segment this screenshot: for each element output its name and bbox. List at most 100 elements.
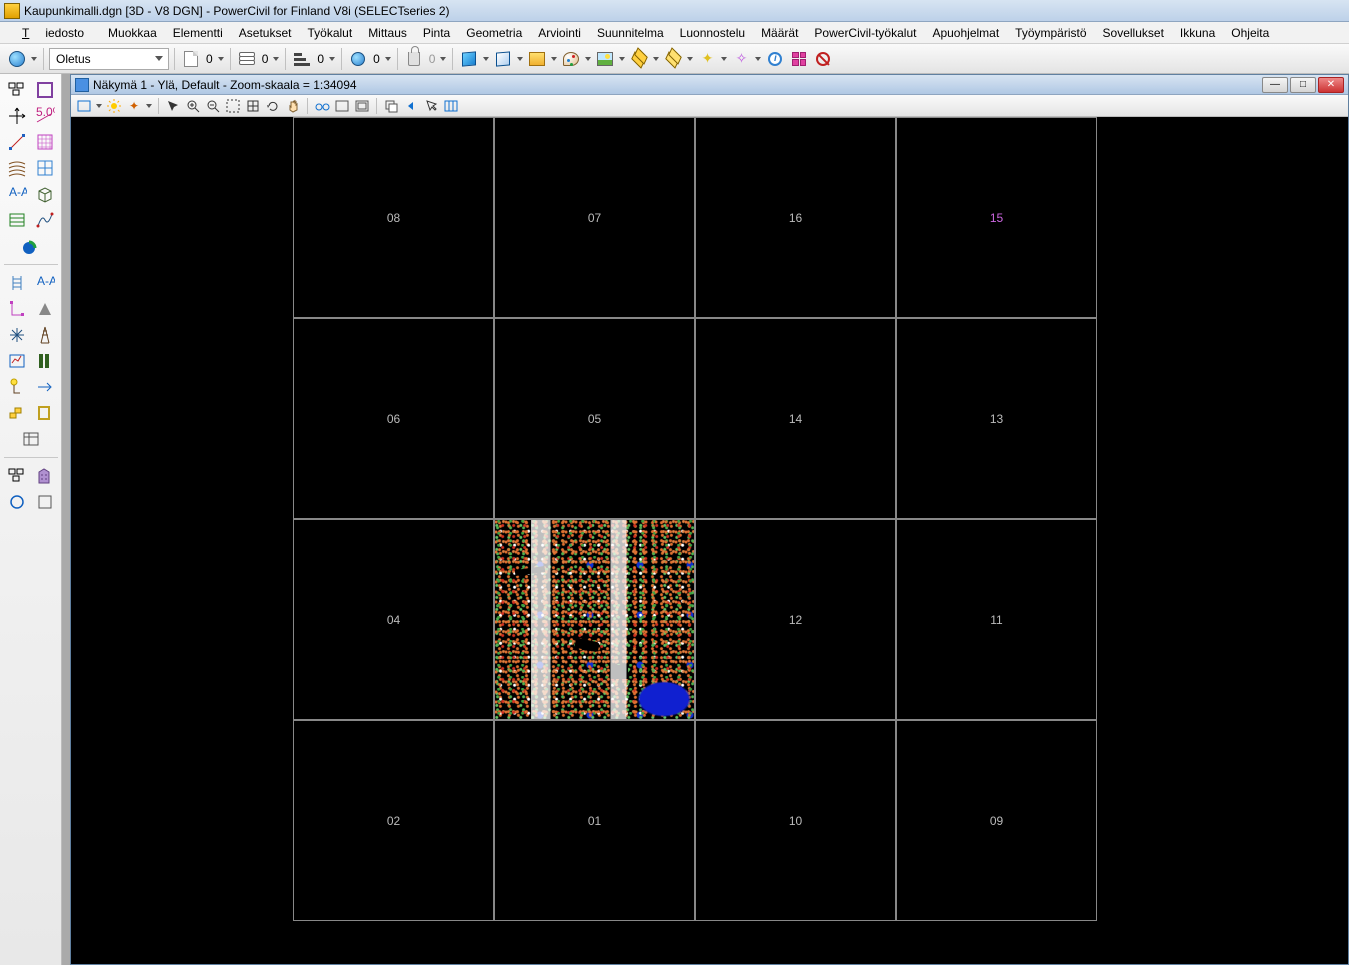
tile-cell[interactable]: 08: [293, 117, 494, 318]
globe2-button[interactable]: [347, 48, 369, 70]
picture-dropdown[interactable]: [618, 57, 626, 61]
tool-tower-icon[interactable]: [32, 323, 58, 347]
close-button[interactable]: ✕: [1318, 77, 1344, 93]
prev-view-button[interactable]: [402, 97, 420, 115]
tool-ladder-icon[interactable]: [4, 271, 30, 295]
zoom-out-button[interactable]: [204, 97, 222, 115]
menu-tiedosto[interactable]: Tiedosto: [6, 23, 100, 43]
tool-boxes-icon[interactable]: [4, 464, 30, 488]
tool-arrow-icon[interactable]: [32, 375, 58, 399]
menu-suunnitelma[interactable]: Suunnitelma: [589, 23, 672, 43]
select-cursor-button[interactable]: [422, 97, 440, 115]
sparkle2-dropdown[interactable]: [754, 57, 762, 61]
globe-tool-dropdown[interactable]: [30, 57, 38, 61]
tool-hatch-icon[interactable]: [32, 130, 58, 154]
tile-cell[interactable]: 05: [494, 318, 695, 519]
tool-circle-icon[interactable]: [4, 490, 30, 514]
layers2-dropdown[interactable]: [686, 57, 694, 61]
maximize-button[interactable]: □: [1290, 77, 1316, 93]
tool-table-icon[interactable]: [4, 208, 30, 232]
tool-box3d-icon[interactable]: [32, 182, 58, 206]
book-button[interactable]: [526, 48, 548, 70]
layers-button[interactable]: [628, 48, 650, 70]
tile-cell[interactable]: 04: [293, 519, 494, 720]
tile-cell[interactable]: 16: [695, 117, 896, 318]
menu-sovellukset[interactable]: Sovellukset: [1095, 23, 1172, 43]
tile-cell[interactable]: [494, 519, 695, 720]
rotate-button[interactable]: [264, 97, 282, 115]
tile-cell[interactable]: 11: [896, 519, 1097, 720]
view-display-dropdown[interactable]: [95, 104, 103, 108]
view-sun-button[interactable]: [105, 97, 123, 115]
level-dropdown[interactable]: [328, 57, 336, 61]
tool-ball-icon[interactable]: [18, 234, 44, 258]
level-button[interactable]: [291, 48, 313, 70]
tool-curve-icon[interactable]: [32, 208, 58, 232]
view-window-titlebar[interactable]: Näkymä 1 - Ylä, Default - Zoom-skaala = …: [71, 75, 1348, 95]
palette-dropdown[interactable]: [584, 57, 592, 61]
lock-button[interactable]: [403, 48, 425, 70]
zoom-in-button[interactable]: [184, 97, 202, 115]
tool-star-icon[interactable]: [4, 323, 30, 347]
picture-button[interactable]: [594, 48, 616, 70]
tile-cell[interactable]: 02: [293, 720, 494, 921]
globe2-dropdown[interactable]: [384, 57, 392, 61]
view-display-button[interactable]: [75, 97, 93, 115]
tool-contour-icon[interactable]: [4, 156, 30, 180]
menu-ohjeita[interactable]: Ohjeita: [1223, 23, 1277, 43]
tile-cell[interactable]: 15: [896, 117, 1097, 318]
lock-dropdown[interactable]: [439, 57, 447, 61]
view1-button[interactable]: [333, 97, 351, 115]
copy-view-button[interactable]: [382, 97, 400, 115]
view-sparkle-dropdown[interactable]: [145, 104, 153, 108]
sheet-button[interactable]: [180, 48, 202, 70]
tool-lamp-icon[interactable]: [4, 375, 30, 399]
tile-cell[interactable]: 10: [695, 720, 896, 921]
tool-section-icon[interactable]: A-A: [4, 182, 30, 206]
info-button[interactable]: i: [764, 48, 786, 70]
palette-button[interactable]: [560, 48, 582, 70]
tile-cell[interactable]: 09: [896, 720, 1097, 921]
fit-view-button[interactable]: [244, 97, 262, 115]
stack-dropdown[interactable]: [272, 57, 280, 61]
tile-cell[interactable]: 07: [494, 117, 695, 318]
view-sparkle-button[interactable]: ✦: [125, 97, 143, 115]
tool-window-icon[interactable]: [18, 427, 44, 451]
cube-dropdown[interactable]: [482, 57, 490, 61]
stack-button[interactable]: [236, 48, 258, 70]
zoom-window-button[interactable]: [224, 97, 242, 115]
tile-cell[interactable]: 14: [695, 318, 896, 519]
menu-asetukset[interactable]: Asetukset: [231, 23, 300, 43]
tool-line-icon[interactable]: [4, 130, 30, 154]
tool-grid2-icon[interactable]: [32, 156, 58, 180]
tile-cell[interactable]: 01: [494, 720, 695, 921]
globe-tool-button[interactable]: [6, 48, 28, 70]
menu-luonnostelu[interactable]: Luonnostelu: [672, 23, 753, 43]
glasses-button[interactable]: [313, 97, 331, 115]
style-combo[interactable]: Oletus: [49, 48, 169, 70]
disable-button[interactable]: [812, 48, 834, 70]
sparkle-button[interactable]: ✦: [696, 48, 718, 70]
menu-muokkaa[interactable]: Muokkaa: [100, 23, 165, 43]
grid4-button[interactable]: [788, 48, 810, 70]
tile-cell[interactable]: 13: [896, 318, 1097, 519]
tool-building-icon[interactable]: [32, 464, 58, 488]
menu-ikkuna[interactable]: Ikkuna: [1172, 23, 1223, 43]
sparkle-dropdown[interactable]: [720, 57, 728, 61]
menu-apuohjelmat[interactable]: Apuohjelmat: [924, 23, 1007, 43]
clip-button[interactable]: [442, 97, 460, 115]
tool-rect-icon[interactable]: [32, 401, 58, 425]
menu-tyoymparisto[interactable]: Työympäristö: [1007, 23, 1094, 43]
menu-pinta[interactable]: Pinta: [415, 23, 458, 43]
tool-axis-icon[interactable]: [4, 104, 30, 128]
layers2-button[interactable]: [662, 48, 684, 70]
menu-elementti[interactable]: Elementti: [165, 23, 231, 43]
menu-tyokalut[interactable]: Työkalut: [299, 23, 360, 43]
pan-button[interactable]: [284, 97, 302, 115]
tool-triangle-icon[interactable]: [32, 297, 58, 321]
cube2-dropdown[interactable]: [516, 57, 524, 61]
menu-geometria[interactable]: Geometria: [458, 23, 530, 43]
tool-grid-icon[interactable]: [4, 78, 30, 102]
menu-maarat[interactable]: Määrät: [753, 23, 806, 43]
minimize-button[interactable]: —: [1262, 77, 1288, 93]
